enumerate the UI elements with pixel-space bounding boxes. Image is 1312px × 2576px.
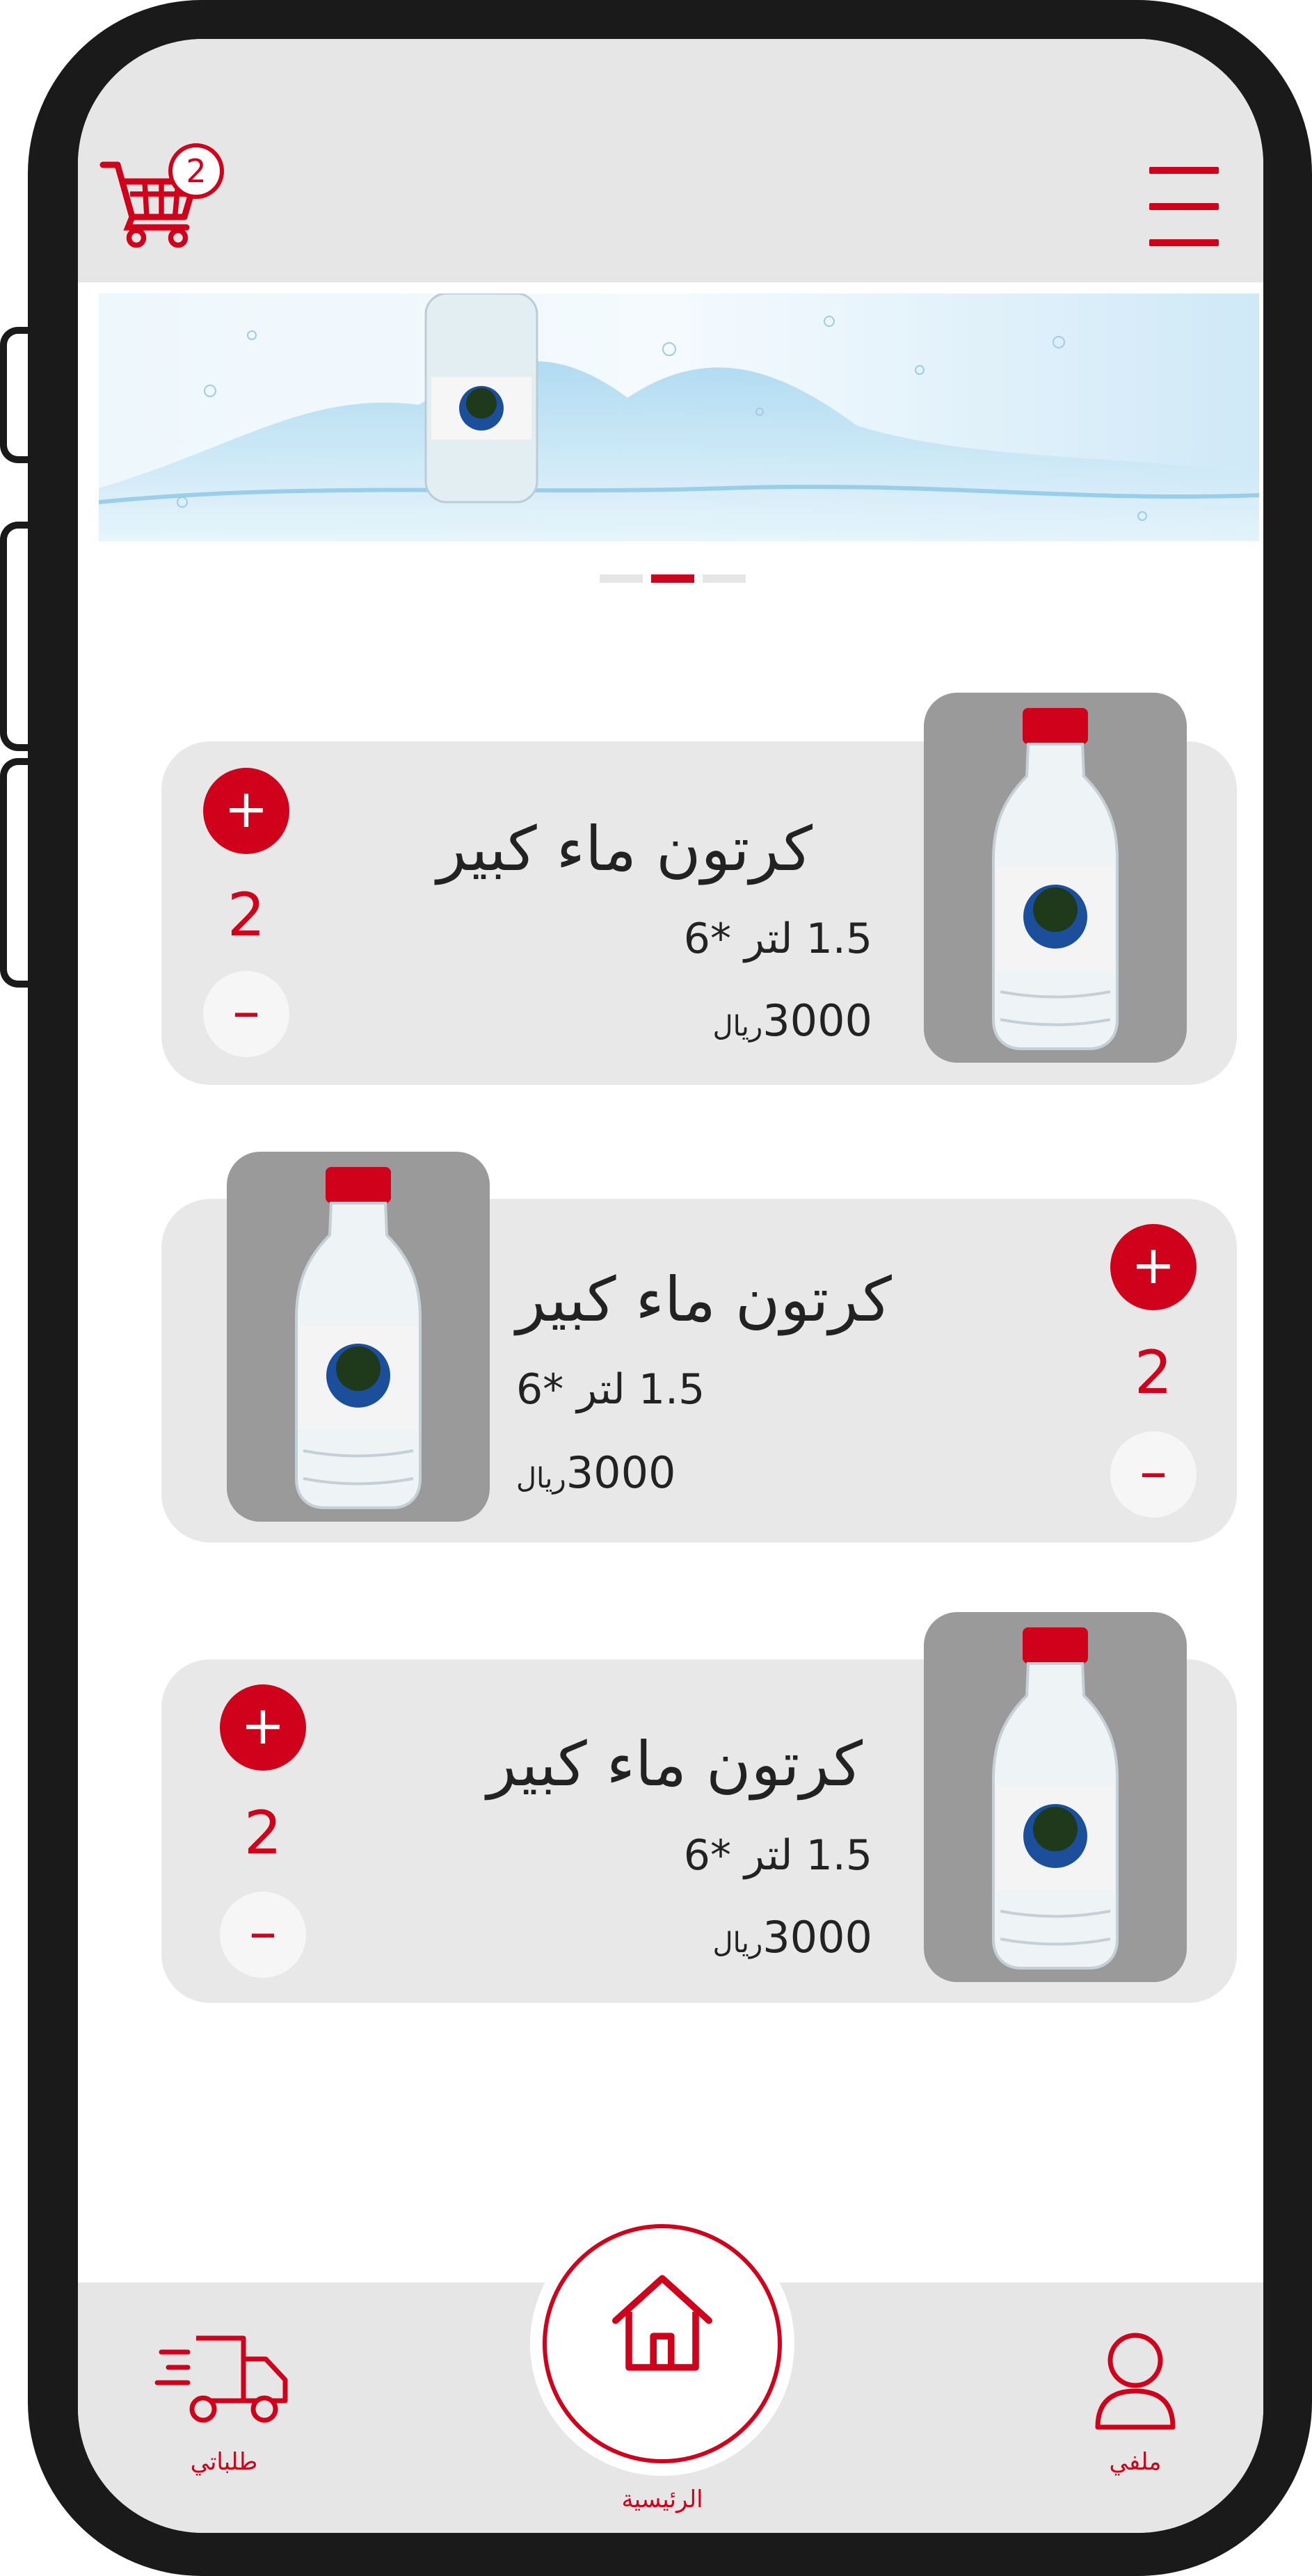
quantity-decrease-button[interactable]: – [203, 971, 289, 1057]
delivery-truck-icon [154, 2335, 288, 2423]
nav-orders[interactable]: طلباتي [154, 2324, 294, 2491]
cart-button[interactable]: 2 [99, 143, 224, 261]
nav-profile-label: ملفي [1109, 2448, 1162, 2476]
price-value: 3000 [566, 1447, 676, 1498]
product-price: 3000ريال [713, 995, 873, 1053]
product-title: كرتون ماء كبير [516, 1264, 892, 1335]
product-size: 1.5 لتر *6 [516, 1365, 705, 1414]
banner-dot-2-active[interactable] [651, 574, 694, 583]
product-title: كرتون ماء كبير [487, 1728, 863, 1800]
quantity-increase-button[interactable]: + [203, 768, 289, 854]
product-image [924, 1612, 1187, 1982]
quantity-value: 2 [243, 1798, 282, 1868]
nav-profile[interactable]: ملفي [1066, 2324, 1205, 2491]
price-value: 3000 [762, 995, 872, 1046]
water-bottle-icon [992, 708, 1119, 1050]
currency-label: ريال [712, 1011, 763, 1043]
app-header: 2 [78, 39, 1263, 282]
product-price: 3000ريال [713, 1911, 873, 1970]
home-icon [612, 2275, 712, 2371]
product-title: كرتون ماء كبير [437, 813, 813, 885]
banner-dot-3[interactable] [703, 574, 746, 583]
quantity-increase-button[interactable]: + [220, 1684, 306, 1771]
nav-home-label: الرئيسية [621, 2486, 703, 2513]
water-splash-banner-image [99, 293, 1259, 541]
banner-pagination [78, 574, 1263, 588]
product-image [924, 693, 1187, 1063]
menu-button[interactable] [1149, 164, 1226, 255]
promo-banner[interactable] [99, 293, 1259, 541]
water-bottle-icon [295, 1167, 422, 1509]
currency-label: ريال [712, 1927, 763, 1959]
user-icon [1095, 2333, 1176, 2430]
quantity-value: 2 [227, 880, 266, 950]
app-screen: 2 كرتون ماء كبير 1.5 لتر *6 3000ريال + 2… [78, 39, 1263, 2533]
price-value: 3000 [762, 1912, 872, 1963]
currency-label: ريال [516, 1463, 566, 1495]
quantity-decrease-button[interactable]: – [220, 1892, 306, 1978]
nav-home-button[interactable] [530, 2212, 794, 2476]
quantity-decrease-button[interactable]: – [1110, 1431, 1197, 1518]
bottom-navigation: طلباتي الرئيسية ملفي [78, 2212, 1263, 2533]
cart-count-badge: 2 [168, 143, 224, 199]
quantity-value: 2 [1134, 1338, 1173, 1408]
phone-frame: 2 كرتون ماء كبير 1.5 لتر *6 3000ريال + 2… [28, 0, 1312, 2576]
product-image [227, 1152, 490, 1522]
banner-dot-1[interactable] [600, 574, 643, 583]
product-price: 3000ريال [516, 1447, 676, 1505]
water-bottle-icon [992, 1627, 1119, 1970]
quantity-increase-button[interactable]: + [1110, 1224, 1197, 1310]
product-size: 1.5 لتر *6 [683, 915, 872, 963]
nav-orders-label: طلباتي [190, 2448, 258, 2476]
product-size: 1.5 لتر *6 [683, 1831, 872, 1880]
